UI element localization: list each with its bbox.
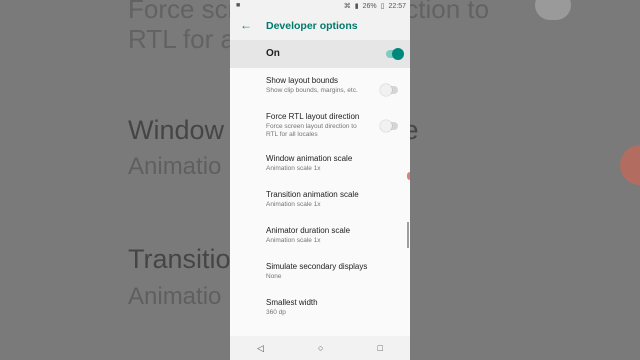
setting-animator-duration-scale[interactable]: Animator duration scale Animation scale … [230,218,410,254]
setting-title: Smallest width [266,298,318,307]
recents-square-icon[interactable]: □ [378,343,383,353]
battery-percent: 26% [362,2,377,10]
battery-icon: ▯ [380,3,385,10]
navigation-bar: ◁ ○ □ [230,336,410,360]
bg-accent-blob [620,145,640,185]
setting-title: Force RTL layout direction [266,112,360,121]
setting-transition-animation-scale[interactable]: Transition animation scale Animation sca… [230,182,410,218]
bg-toggle-blob [535,0,571,20]
clock: 22:57 [388,2,406,10]
camera-notification-icon: ■ [236,2,241,9]
force-rtl-toggle[interactable] [380,120,398,132]
setting-title: Show layout bounds [266,76,339,85]
setting-title: Transition animation scale [266,190,359,199]
layout-bounds-toggle[interactable] [380,84,398,96]
setting-title: Simulate secondary displays [266,262,368,271]
setting-subtitle: Animation scale 1x [266,201,321,208]
status-bar: ■ ⌘ ▮ 26% ▯ 22:57 [230,0,410,12]
bg-ghost-text: Animatio [128,153,222,180]
home-circle-icon[interactable]: ○ [318,343,323,353]
setting-subtitle: Show clip bounds, margins, etc. [266,87,358,94]
setting-subtitle: 360 dp [266,309,286,316]
setting-title: Window animation scale [266,154,353,163]
app-bar: ← Developer options [230,12,410,40]
master-toggle[interactable] [386,48,404,60]
wifi-icon: ⌘ [343,3,351,10]
edge-indicator [407,172,410,180]
setting-subtitle: None [266,273,282,280]
setting-subtitle: Animation scale 1x [266,165,321,172]
phone-screen: ■ ⌘ ▮ 26% ▯ 22:57 ← Developer options On… [230,0,410,360]
setting-window-animation-scale[interactable]: Window animation scale Animation scale 1… [230,146,410,182]
back-triangle-icon[interactable]: ◁ [257,343,264,354]
signal-icon: ▮ [354,3,359,10]
setting-subtitle: Force screen layout direction to RTL for… [266,123,357,138]
setting-show-layout-bounds[interactable]: Show layout bounds Show clip bounds, mar… [230,68,410,104]
setting-title: Animator duration scale [266,226,351,235]
arrow-back-icon[interactable]: ← [240,18,252,32]
setting-subtitle: Animation scale 1x [266,237,321,244]
scrollbar[interactable] [407,222,409,248]
setting-simulate-secondary-displays[interactable]: Simulate secondary displays None [230,254,410,290]
settings-list: Show layout bounds Show clip bounds, mar… [230,68,410,326]
page-title: Developer options [266,20,358,32]
master-switch-bar[interactable]: On [230,40,410,68]
bg-ghost-text: Animatio [128,283,222,310]
setting-force-rtl[interactable]: Force RTL layout direction Force screen … [230,104,410,146]
master-switch-label: On [266,48,280,59]
setting-smallest-width[interactable]: Smallest width 360 dp [230,290,410,326]
